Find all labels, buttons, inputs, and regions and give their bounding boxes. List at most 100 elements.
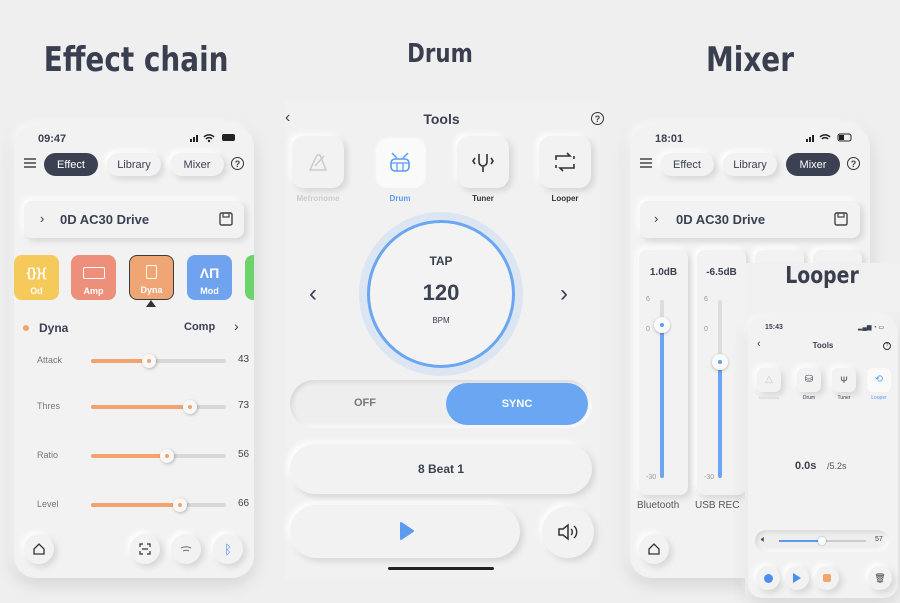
bluetooth-button[interactable]: ᛒ: [213, 534, 243, 564]
save-icon[interactable]: [834, 212, 848, 226]
speaker-icon: 🔈︎: [761, 534, 767, 544]
drum-screen: ‹ Tools ? Metronome Drum Tuner Looper TA…: [285, 100, 604, 580]
home-button[interactable]: [639, 534, 669, 564]
param-slider[interactable]: [91, 400, 226, 414]
param-knob[interactable]: [142, 354, 157, 368]
increase-bpm-icon[interactable]: ›: [560, 280, 568, 308]
preset-bar[interactable]: › 0D AC30 Drive: [24, 201, 244, 238]
connect-button[interactable]: [171, 534, 201, 564]
play-button[interactable]: [785, 566, 809, 590]
tool-tuner[interactable]: Ψ: [832, 368, 856, 392]
home-button[interactable]: [24, 534, 54, 564]
tool-looper[interactable]: [539, 136, 591, 188]
status-icons: ▂▄▆ ◔ ▭: [858, 325, 885, 331]
fader-fill: [660, 324, 664, 478]
tab-effect[interactable]: Effect: [660, 153, 714, 176]
tab-effect[interactable]: Effect: [44, 153, 98, 176]
chevron-right-icon: ›: [40, 211, 45, 226]
bluetooth-icon: ᛒ: [224, 541, 232, 557]
effect-phone: 09:47 Effect Library Mixer ? › 0D AC30 D…: [14, 125, 254, 578]
tool-metronome[interactable]: [292, 136, 344, 188]
param-slider[interactable]: [91, 449, 226, 463]
tool-label: Metronome: [296, 194, 340, 203]
mixer-channel: -6.5dB 6 0 -30: [697, 250, 746, 495]
tool-label: Drum: [389, 194, 411, 203]
save-icon[interactable]: [219, 212, 233, 226]
help-icon[interactable]: ?: [847, 157, 860, 170]
chevron-right-icon[interactable]: ›: [234, 318, 239, 334]
tool-tuner[interactable]: [457, 136, 509, 188]
sync-off-option[interactable]: OFF: [290, 397, 440, 409]
stop-button[interactable]: [815, 566, 839, 590]
param-slider[interactable]: [91, 498, 226, 512]
tool-label: Tuner: [837, 395, 851, 401]
volume-fill: [779, 540, 823, 542]
effect-tile-dyna[interactable]: Dyna: [129, 255, 174, 300]
trash-icon: 🗑︎: [874, 572, 886, 583]
volume-slider[interactable]: 🔈︎ 57: [755, 530, 889, 552]
amp-icon: [82, 267, 105, 279]
tool-looper[interactable]: ⟲: [867, 368, 891, 392]
preset-bar[interactable]: › 0D AC30 Drive: [640, 201, 860, 238]
loop-position: 0.0s: [795, 460, 817, 472]
effect-label: Mod: [200, 286, 219, 296]
param-fill: [91, 454, 167, 458]
param-label: Level: [37, 499, 59, 509]
menu-icon[interactable]: [24, 158, 36, 168]
effect-tile-next[interactable]: [245, 255, 254, 300]
volume-button[interactable]: [542, 506, 594, 558]
effect-label: Od: [30, 286, 43, 296]
module-type[interactable]: Comp: [184, 321, 215, 333]
screen-title: Tools: [423, 111, 460, 127]
bpm-value: 120: [422, 280, 460, 305]
home-indicator: [388, 567, 494, 570]
pattern-selector[interactable]: 8 Beat 1: [290, 444, 592, 494]
tool-drum[interactable]: [374, 136, 426, 188]
home-icon: [648, 543, 660, 555]
volume-value: 57: [875, 536, 883, 543]
effect-tile-amp[interactable]: Amp: [71, 255, 116, 300]
record-icon: [763, 573, 773, 583]
fader-knob[interactable]: [654, 316, 670, 333]
param-knob[interactable]: [173, 498, 188, 512]
tab-mixer[interactable]: Mixer: [786, 153, 840, 176]
stop-icon: [823, 574, 831, 582]
help-icon[interactable]: ?: [883, 342, 891, 350]
record-button[interactable]: [756, 566, 780, 590]
effect-label: Amp: [83, 286, 104, 296]
dyna-icon: [146, 265, 157, 279]
effect-tile-od[interactable]: {}}{Od: [14, 255, 59, 300]
status-time: 09:47: [38, 133, 67, 145]
delete-button[interactable]: 🗑︎: [868, 566, 892, 590]
param-value: 43: [238, 354, 250, 365]
heading-effect-chain: Effect chain: [43, 40, 229, 80]
module-dot: [23, 325, 29, 331]
param-knob[interactable]: [159, 449, 174, 463]
channel-name: USB REC: [695, 500, 740, 511]
effect-tile-mod[interactable]: ΛΠ Mod: [187, 255, 232, 300]
tab-library[interactable]: Library: [723, 153, 777, 176]
sync-on-option[interactable]: SYNC: [446, 383, 588, 425]
menu-icon[interactable]: [640, 158, 652, 168]
tuner-icon: [472, 154, 494, 172]
play-icon: [793, 573, 801, 583]
help-icon[interactable]: ?: [591, 112, 604, 125]
tab-library[interactable]: Library: [107, 153, 161, 176]
param-label: Thres: [37, 401, 61, 411]
volume-knob[interactable]: [818, 537, 827, 545]
param-slider[interactable]: [91, 354, 226, 368]
tool-metronome[interactable]: △: [757, 368, 781, 392]
decrease-bpm-icon[interactable]: ‹: [309, 280, 317, 308]
fader-knob[interactable]: [712, 353, 728, 370]
param-knob[interactable]: [182, 400, 197, 414]
tab-mixer[interactable]: Mixer: [170, 153, 224, 176]
status-time: 18:01: [655, 133, 684, 145]
tool-drum[interactable]: ⛁: [797, 368, 821, 392]
play-button[interactable]: [290, 505, 520, 558]
scan-icon: [139, 543, 151, 555]
sync-toggle[interactable]: OFF SYNC: [290, 380, 592, 428]
scale-zero: 0: [646, 325, 650, 333]
help-icon[interactable]: ?: [231, 157, 244, 170]
tool-label: Looper: [551, 194, 579, 203]
scan-button[interactable]: [130, 534, 160, 564]
